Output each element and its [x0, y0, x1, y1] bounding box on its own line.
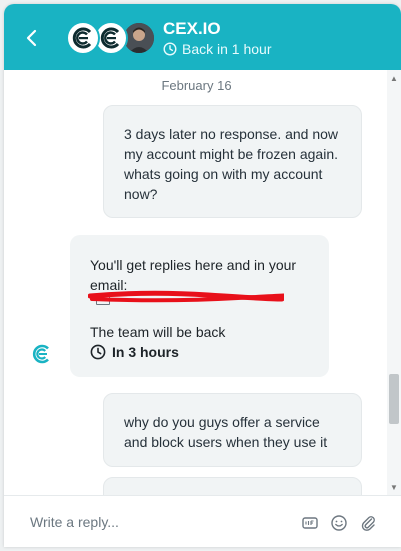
message-text: why do you guys offer a service and bloc…	[124, 414, 328, 450]
clock-icon	[163, 42, 177, 56]
date-separator: February 16	[161, 78, 232, 93]
cexio-logo-icon	[100, 27, 120, 49]
team-avatars	[66, 21, 162, 55]
emoji-icon	[331, 515, 347, 531]
scrollbar[interactable]	[387, 70, 401, 495]
reply-composer	[4, 495, 401, 547]
chat-header: CEX.IO Back in 1 hour	[4, 4, 401, 70]
user-message: why do you guys offer a service and bloc…	[103, 393, 362, 467]
person-photo-icon	[124, 23, 154, 53]
team-back-text: The team will be back	[90, 324, 226, 340]
scroll-up-arrow-icon[interactable]: ▲	[390, 74, 398, 83]
status-text: Back in 1 hour	[182, 41, 272, 57]
eta-text: In 3 hours	[112, 344, 179, 360]
attach-button[interactable]	[359, 514, 377, 532]
message-text: 3 days later no response. and now my acc…	[124, 126, 339, 202]
bot-avatar	[30, 342, 54, 366]
paperclip-icon	[361, 516, 375, 531]
bot-message-text: You'll get replies here and in your emai…	[90, 257, 297, 293]
clock-icon	[90, 344, 106, 360]
chat-title: CEX.IO	[163, 19, 221, 38]
reply-eta: In 3 hours	[90, 344, 179, 360]
scrollbar-thumb[interactable]	[389, 374, 399, 424]
redaction-mark	[88, 290, 284, 303]
cexio-logo-icon	[72, 27, 92, 49]
avatar	[66, 21, 100, 55]
cexio-logo-icon	[32, 344, 49, 364]
back-button[interactable]	[20, 24, 44, 52]
availability-status: Back in 1 hour	[163, 41, 272, 57]
gif-button[interactable]	[301, 514, 319, 532]
page-background: CEX.IO Back in 1 hour February 16 3 days…	[0, 0, 401, 551]
scroll-down-arrow-icon[interactable]: ▼	[390, 483, 398, 492]
gif-icon	[302, 517, 318, 529]
user-message: 3 days later no response. and now my acc…	[103, 105, 362, 218]
chat-widget: CEX.IO Back in 1 hour February 16 3 days…	[4, 4, 401, 547]
back-chevron-icon	[26, 29, 37, 47]
emoji-button[interactable]	[330, 514, 348, 532]
reply-input[interactable]	[30, 496, 290, 547]
